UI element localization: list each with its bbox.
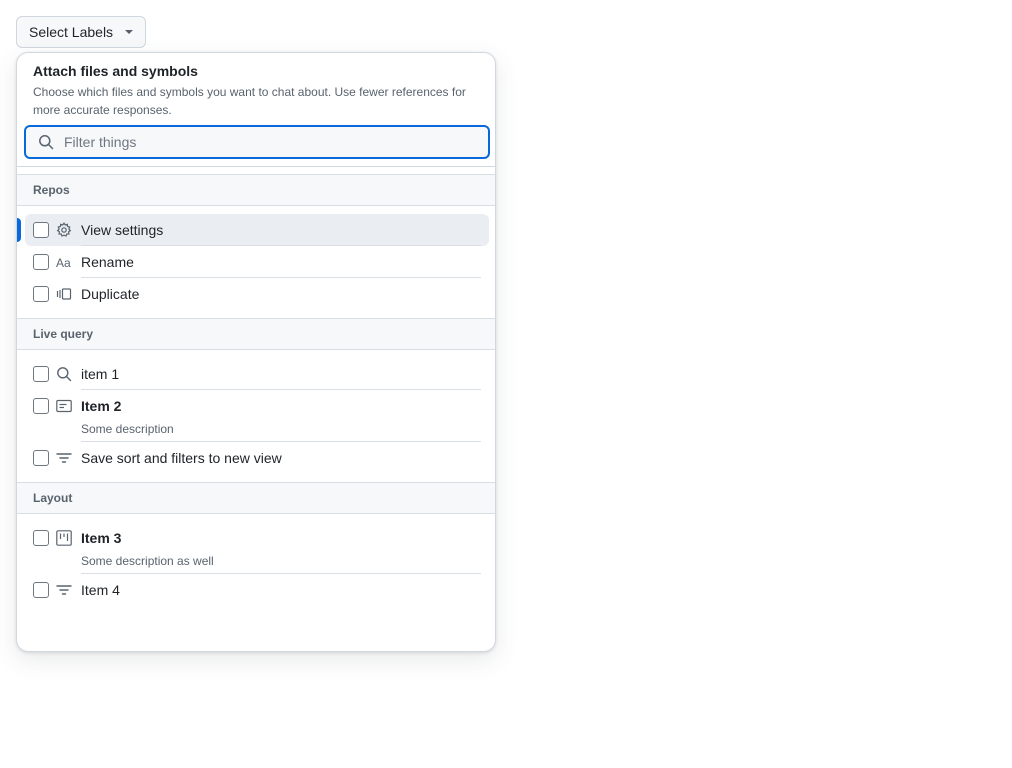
item-item-3[interactable]: Item 3 Some description as well [25, 522, 489, 572]
item-view-settings[interactable]: View settings [25, 214, 489, 246]
filter-box[interactable] [24, 125, 490, 159]
search-icon [57, 367, 72, 382]
checkbox[interactable] [33, 222, 49, 238]
item-label: Item 3 [81, 530, 122, 546]
panel-description-line-1: Choose which files and symbols you want … [33, 85, 466, 99]
filter-icon [56, 585, 72, 595]
item-label: View settings [81, 222, 164, 238]
select-labels-label: Select Labels [29, 24, 114, 40]
panel-description: Choose which files and symbols you want … [33, 83, 479, 119]
select-labels-button[interactable]: Select Labels [16, 16, 146, 48]
checkbox[interactable] [33, 530, 49, 546]
checkbox[interactable] [33, 286, 49, 302]
item-label: item 1 [81, 366, 120, 382]
svg-text:Aa: Aa [56, 256, 71, 270]
item-label: Duplicate [81, 286, 140, 302]
panel-header: Attach files and symbols Choose which fi… [17, 53, 495, 119]
checkbox[interactable] [33, 398, 49, 414]
item-label: Rename [81, 254, 134, 270]
panel-title: Attach files and symbols [33, 63, 198, 79]
panel-description-line-2: more accurate responses. [33, 103, 172, 117]
item-save-sort-filters[interactable]: Save sort and filters to new view [25, 442, 489, 474]
note-icon [56, 399, 72, 413]
gear-icon [56, 222, 72, 237]
header-divider [17, 166, 495, 167]
filter-input[interactable] [62, 133, 462, 151]
item-item-4[interactable]: Item 4 [25, 574, 489, 606]
item-label: Item 4 [81, 582, 120, 598]
group-header-layout: Layout [17, 482, 495, 514]
active-indicator [17, 218, 21, 242]
item-description: Some description [81, 422, 174, 436]
checkbox[interactable] [33, 582, 49, 598]
item-label: Item 2 [81, 398, 122, 414]
versions-icon [56, 288, 72, 300]
item-description: Some description as well [81, 554, 214, 568]
checkbox[interactable] [33, 254, 49, 270]
checkbox[interactable] [33, 450, 49, 466]
typography-icon: Aa [56, 256, 71, 270]
item-item-1[interactable]: item 1 [25, 358, 489, 390]
item-label: Save sort and filters to new view [81, 450, 282, 466]
select-panel: Attach files and symbols Choose which fi… [16, 52, 496, 652]
item-rename[interactable]: Aa Rename [25, 246, 489, 278]
checkbox[interactable] [33, 366, 49, 382]
group-header-repos: Repos [17, 174, 495, 206]
project-icon [56, 530, 72, 546]
item-duplicate[interactable]: Duplicate [25, 278, 489, 310]
search-icon [39, 135, 54, 150]
caret-down-icon [125, 30, 133, 34]
filter-icon [56, 453, 72, 463]
item-item-2[interactable]: Item 2 Some description [25, 390, 489, 440]
group-header-live-query: Live query [17, 318, 495, 350]
